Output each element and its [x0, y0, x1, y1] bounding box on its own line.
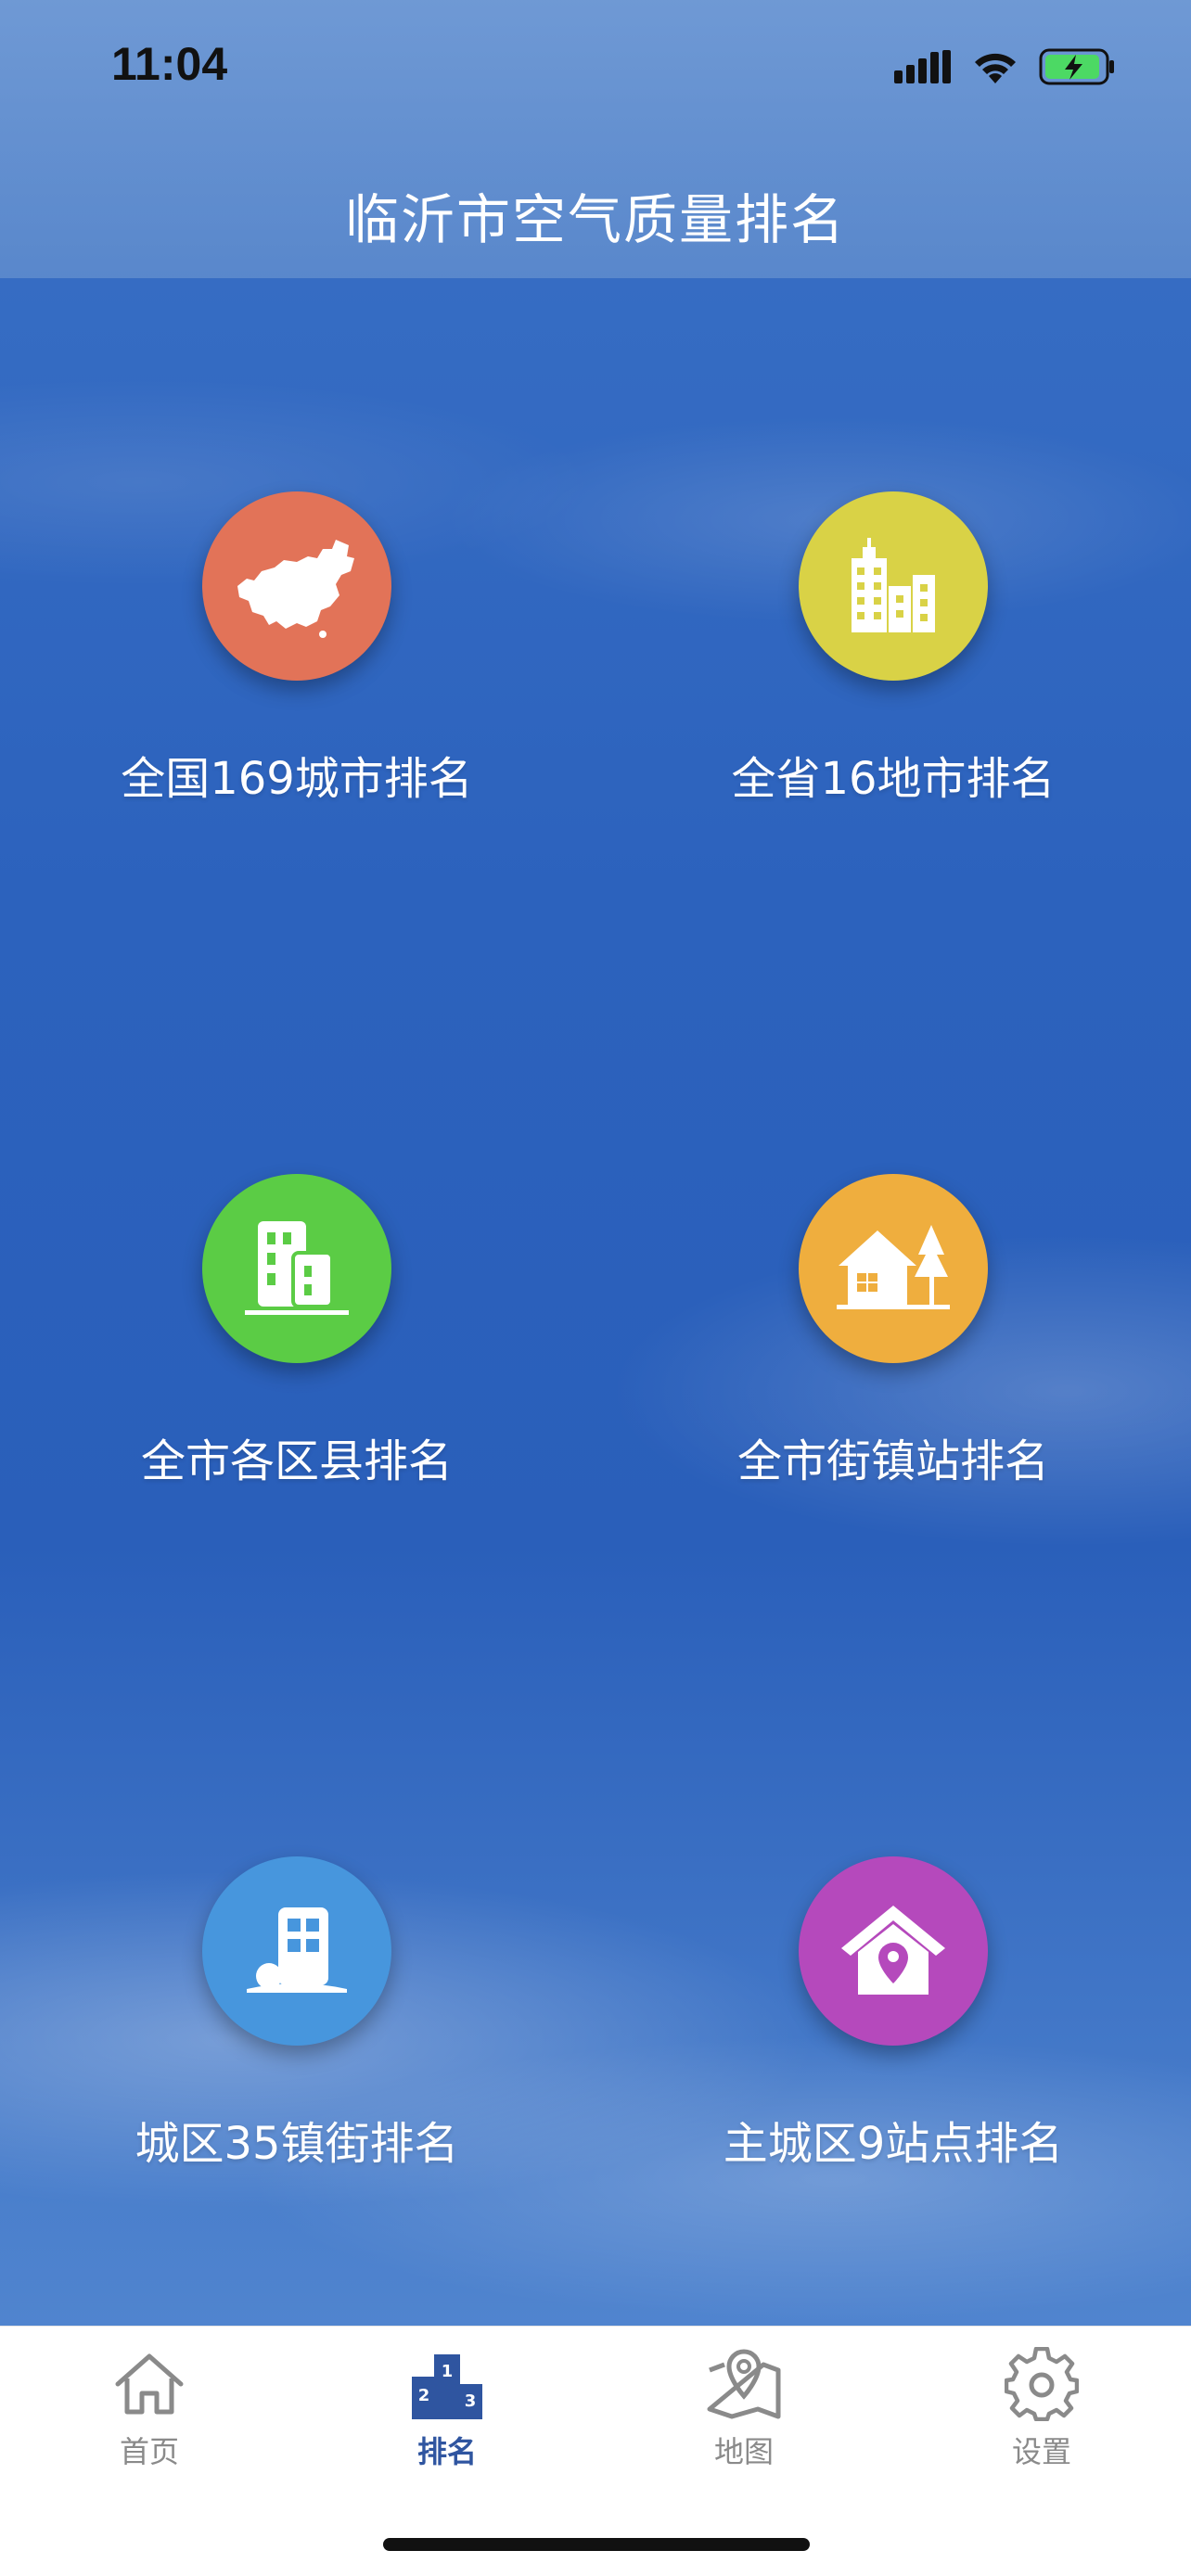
page-title: 临沂市空气质量排名 — [344, 188, 846, 251]
home-indicator — [383, 2538, 810, 2551]
house-location-icon — [841, 1906, 945, 1995]
map-pin-icon — [705, 2345, 783, 2423]
svg-text:2: 2 — [418, 2386, 430, 2405]
tab-label: 地图 — [713, 2434, 774, 2469]
tile-town-stations[interactable]: 全市街镇站排名 — [652, 1174, 1134, 1508]
tile-icon-circle — [202, 1856, 391, 2046]
gear-icon — [1003, 2345, 1081, 2423]
tile-icon-circle — [799, 1856, 988, 2046]
city-buildings-icon — [852, 538, 935, 632]
podium-icon: 1 2 3 — [408, 2345, 486, 2423]
app-screen: 11:04 临沂市空气质量排名 全国169城市排名 全省16地市排名 全市各区县… — [0, 0, 1191, 2576]
status-icons — [894, 46, 1117, 87]
tile-main-stations[interactable]: 主城区9站点排名 — [652, 1856, 1134, 2190]
svg-text:1: 1 — [442, 2362, 454, 2381]
tab-label: 首页 — [119, 2434, 179, 2469]
tile-label: 城区35镇街排名 — [134, 2118, 459, 2170]
battery-charging-icon — [1039, 48, 1114, 85]
tab-label: 排名 — [416, 2434, 477, 2469]
tile-urban-towns[interactable]: 城区35镇街排名 — [56, 1856, 538, 2190]
tile-label: 主城区9站点排名 — [723, 2118, 1064, 2170]
svg-text:3: 3 — [465, 2391, 477, 2411]
town-house-tree-icon — [837, 1225, 950, 1309]
tile-icon-circle — [799, 491, 988, 681]
tile-icon-circle — [202, 1174, 391, 1363]
china-map-icon — [237, 540, 354, 638]
tab-ranking[interactable]: 1 2 3 排名 — [354, 2345, 540, 2484]
tile-national-cities[interactable]: 全国169城市排名 — [56, 491, 538, 825]
tab-label: 设置 — [1011, 2434, 1071, 2469]
office-buildings-icon — [245, 1221, 349, 1315]
tile-label: 全市各区县排名 — [140, 1435, 453, 1487]
tile-label: 全市街镇站排名 — [736, 1435, 1049, 1487]
tile-icon-circle — [799, 1174, 988, 1363]
tile-city-districts[interactable]: 全市各区县排名 — [56, 1174, 538, 1508]
tile-province-cities[interactable]: 全省16地市排名 — [652, 491, 1134, 825]
signal-icon — [894, 50, 951, 83]
wifi-icon — [975, 53, 1016, 83]
status-time: 11:04 — [111, 38, 228, 90]
urban-building-icon — [247, 1907, 347, 1993]
tab-map[interactable]: 地图 — [651, 2345, 837, 2484]
home-icon — [110, 2345, 188, 2423]
tab-settings[interactable]: 设置 — [949, 2345, 1134, 2484]
tile-label: 全国169城市排名 — [121, 753, 473, 805]
tab-home[interactable]: 首页 — [57, 2345, 242, 2484]
tile-icon-circle — [202, 491, 391, 681]
bottom-tab-bar: 首页 1 2 3 排名 地图 设置 — [0, 2326, 1191, 2576]
tile-label: 全省16地市排名 — [731, 753, 1056, 805]
